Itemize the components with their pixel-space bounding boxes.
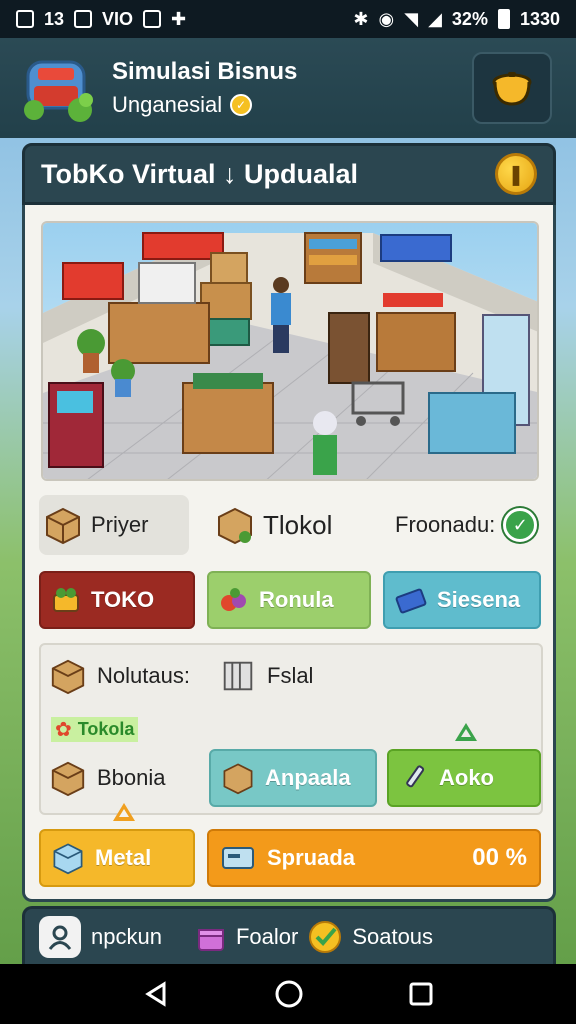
status-bar: 13 VIO ✚ ✱ ◉ ◥ ◢ 32% 1330 (0, 0, 576, 38)
box-icon (223, 763, 253, 795)
checkmark-badge-icon (309, 920, 342, 953)
metal-button[interactable]: Metal (39, 829, 195, 887)
stat-player-label: Priyer (91, 512, 149, 537)
aoko-label: Aoko (439, 765, 494, 790)
item-bbonia-label: Bbonia (97, 765, 166, 790)
crate-icon (223, 661, 253, 691)
stat-tlokol-label: Tlokol (263, 509, 333, 540)
box-icon (46, 507, 80, 545)
gift-box-icon (197, 928, 224, 951)
notification-icon (74, 10, 93, 28)
cash-icon (222, 847, 254, 869)
back-icon[interactable] (142, 980, 170, 1008)
bluetooth-icon: ✱ (353, 8, 369, 29)
stats-row: Priyer Tlokol Froonadu: ✓ (39, 495, 543, 555)
progress-value: 00 % (472, 844, 527, 871)
anpaala-button[interactable]: Anpaala (209, 749, 377, 807)
app-header: Simulasi Bisnus Unganesial ✓ (0, 38, 576, 138)
pot-menu-button[interactable] (472, 52, 552, 124)
android-nav-bar (0, 964, 576, 1024)
user-icon (39, 915, 81, 958)
status-left-time: 13 (44, 8, 65, 29)
stat-froonadu-label: Froonadu: (395, 512, 496, 537)
profile-label: npckun (91, 923, 162, 949)
metal-label: Metal (95, 845, 152, 870)
recents-icon[interactable] (408, 981, 434, 1007)
fruit-icon (221, 588, 246, 611)
check-icon: ✓ (503, 508, 538, 542)
basket-icon (53, 588, 79, 612)
battery-icon (497, 9, 510, 29)
eye-icon: ◉ (378, 8, 395, 29)
tool-icon (406, 765, 425, 788)
clock: 1330 (519, 8, 560, 29)
foalor-label: Foalor (235, 923, 299, 949)
verified-badge-icon: ✓ (230, 94, 253, 116)
tokola-tag[interactable]: ✿ Tokola (51, 717, 139, 742)
signal-icon: ◢ (428, 8, 442, 29)
item-fslal[interactable]: Fslal (219, 657, 313, 695)
coin-icon[interactable]: ❚ (495, 153, 537, 195)
pot-icon (492, 72, 532, 106)
home-icon[interactable] (274, 979, 304, 1009)
stat-froonadu[interactable]: Froonadu: ✓ (395, 495, 538, 555)
anpaala-label: Anpaala (265, 765, 351, 790)
box-plant-icon (218, 507, 252, 545)
panel-title-bar: TobKo Virtual ↓ Updualal ❚ (22, 143, 556, 205)
toko-button[interactable]: TOKO (39, 571, 195, 629)
bottom-bar: npckun Foalor Soatous (22, 906, 556, 964)
app-notification-icon (143, 10, 162, 28)
puzzle-icon: ✚ (171, 8, 187, 29)
toko-label: TOKO (91, 587, 155, 612)
app-title: Simulasi Bisnus (112, 58, 298, 85)
box-icon (51, 659, 85, 695)
wifi-icon: ◥ (404, 8, 419, 29)
ronula-label: Ronula (259, 587, 334, 612)
battery-percent: 32% (451, 8, 488, 29)
item-nolutaus-label: Nolutaus: (97, 663, 190, 688)
inventory-subpanel: Nolutaus: Fslal ✿ Tokola Bbonia Anpaala … (39, 643, 543, 815)
progress-bar[interactable]: Spruada 00 % (207, 829, 541, 887)
profile-tab[interactable]: npckun (39, 915, 162, 958)
siesena-label: Siesena (437, 587, 521, 612)
stat-player[interactable]: Priyer (39, 495, 189, 555)
app-subtitle: Unganesial (112, 92, 223, 117)
progress-label: Spruada (267, 845, 356, 870)
soatous-tab[interactable]: Soatous (308, 920, 433, 954)
box-icon (51, 761, 85, 797)
stat-tlokol[interactable]: Tlokol (215, 495, 332, 555)
app-logo[interactable] (20, 48, 100, 128)
tokola-label: Tokola (77, 719, 135, 739)
siesena-button[interactable]: Siesena (383, 571, 541, 629)
item-bbonia[interactable]: Bbonia (49, 759, 166, 797)
triangle-up-icon (455, 723, 477, 741)
store-scene-image[interactable] (41, 221, 539, 481)
soatous-label: Soatous (352, 923, 434, 949)
item-nolutaus[interactable]: Nolutaus: (49, 657, 190, 695)
foalor-tab[interactable]: Foalor (196, 922, 298, 952)
message-icon (16, 10, 34, 28)
aoko-button[interactable]: Aoko (387, 749, 541, 807)
main-panel: Priyer Tlokol Froonadu: ✓ TOKO Ronula Si… (22, 205, 556, 902)
flower-icon: ✿ (55, 719, 72, 741)
cube-icon (53, 843, 83, 875)
ronula-button[interactable]: Ronula (207, 571, 371, 629)
panel-title: TobKo Virtual ↓ Updualal (41, 158, 359, 189)
card-icon (395, 588, 427, 614)
status-carrier: VIO (102, 8, 134, 29)
item-fslal-label: Fslal (267, 663, 314, 688)
warning-triangle-icon (113, 803, 135, 821)
